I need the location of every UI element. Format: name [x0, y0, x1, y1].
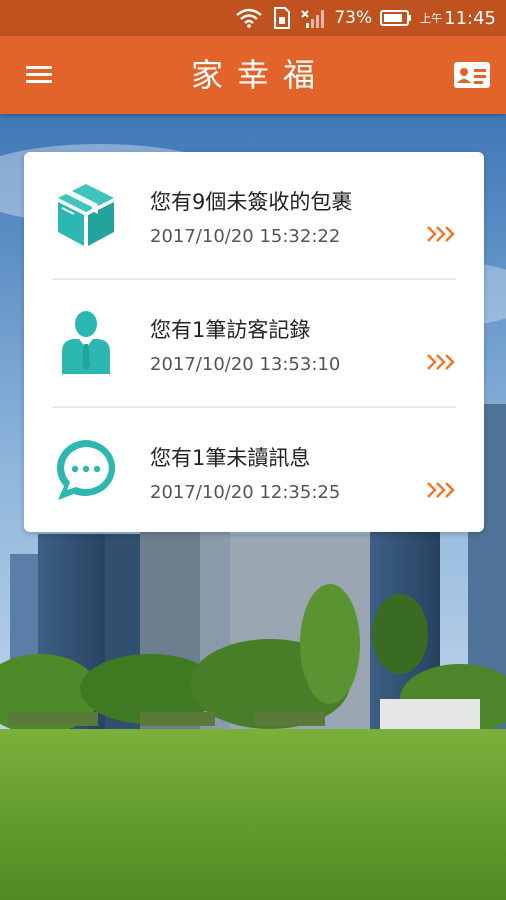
id-card-icon[interactable]	[452, 58, 492, 92]
list-item-packages[interactable]: 您有9個未簽收的包裹 2017/10/20 15:32:22	[52, 152, 456, 278]
notification-title: 您有1筆訪客記錄	[150, 318, 311, 342]
app-title: 家幸福	[190, 56, 329, 94]
package-box-icon	[52, 180, 120, 248]
chevron-triple-right-icon[interactable]	[426, 480, 458, 500]
chevron-triple-right-icon[interactable]	[426, 352, 458, 372]
notification-title: 您有1筆未讀訊息	[150, 446, 311, 470]
sim-icon	[272, 6, 292, 30]
notification-title: 您有9個未簽收的包裹	[150, 190, 353, 214]
chat-bubble-icon	[52, 436, 120, 504]
battery-percent: 73%	[334, 8, 373, 28]
wifi-icon	[234, 7, 264, 29]
notification-card: 您有9個未簽收的包裹 2017/10/20 15:32:22 您有1筆訪客記錄 …	[24, 152, 484, 532]
time-period: 上午	[420, 12, 443, 25]
list-item-visitors[interactable]: 您有1筆訪客記錄 2017/10/20 13:53:10	[52, 278, 456, 406]
clock: 11:45	[444, 7, 496, 29]
notification-timestamp: 2017/10/20 12:35:25	[150, 482, 341, 503]
list-item-messages[interactable]: 您有1筆未讀訊息 2017/10/20 12:35:25	[52, 406, 456, 532]
status-bar: 73% 上午 11:45	[0, 0, 506, 36]
chevron-triple-right-icon[interactable]	[426, 224, 458, 244]
app-bar: 家幸福	[0, 36, 506, 114]
notification-timestamp: 2017/10/20 13:53:10	[150, 354, 341, 375]
battery-icon	[380, 9, 412, 27]
signal-icon	[300, 7, 326, 29]
visitor-person-icon	[52, 308, 120, 376]
notification-timestamp: 2017/10/20 15:32:22	[150, 226, 341, 247]
